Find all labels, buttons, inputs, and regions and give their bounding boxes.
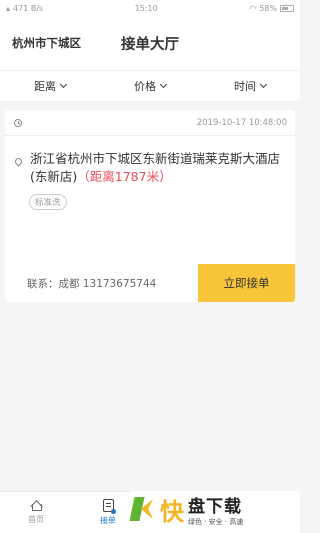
clock-time: 15:10 <box>134 3 158 13</box>
status-right: ◠ 58% <box>249 4 294 13</box>
status-left: ▴ 471 B/s <box>6 4 43 13</box>
order-list-icon <box>102 499 116 514</box>
nav-bar: 杭州市下城区 接单大厅 <box>0 16 300 70</box>
watermark-text: 盘下载 绿色 · 安全 · 高速 <box>188 492 243 527</box>
tab-label: 接单 <box>100 516 116 525</box>
status-bar: ▴ 471 B/s 15:10 ◠ 58% <box>0 0 300 16</box>
network-speed: 471 B/s <box>13 3 44 13</box>
filter-label: 距离 <box>34 80 56 93</box>
filter-bar: 距离 价格 时间 <box>0 70 300 102</box>
watermark-char: 快 <box>160 497 184 526</box>
city-selector[interactable]: 杭州市下城区 <box>12 35 81 51</box>
battery-icon <box>279 4 294 12</box>
watermark-logo: 快 盘下载 绿色 · 安全 · 高速 <box>130 491 300 527</box>
service-tag: 标准洗 <box>29 194 67 210</box>
order-address-row: 浙江省杭州市下城区东新街道瑞莱克斯大酒店(东新店)（距离1787米） <box>5 136 295 186</box>
clock-icon <box>14 118 22 127</box>
filter-price[interactable]: 价格 <box>100 78 200 94</box>
distance-text: （距离1787米） <box>77 169 172 184</box>
location-pin-icon <box>13 156 24 167</box>
home-icon <box>30 500 42 511</box>
signal-icon: ▴ <box>6 3 11 13</box>
order-datetime: 2019-10-17 10:48:00 <box>196 117 287 128</box>
filter-distance[interactable]: 距离 <box>0 78 100 94</box>
chevron-down-icon <box>259 80 268 89</box>
k-logo-icon <box>130 495 156 523</box>
filter-time[interactable]: 时间 <box>200 78 300 94</box>
battery-percent: 58% <box>259 3 277 13</box>
accept-order-button[interactable]: 立即接单 <box>198 264 295 302</box>
order-card[interactable]: 2019-10-17 10:48:00 浙江省杭州市下城区东新街道瑞莱克斯大酒店… <box>5 110 295 302</box>
filter-label: 价格 <box>134 80 156 93</box>
contact-info: 联系：成都 13173675744 <box>27 277 157 290</box>
order-address: 浙江省杭州市下城区东新街道瑞莱克斯大酒店(东新店)（距离1787米） <box>30 150 287 186</box>
wifi-icon: ◠ <box>249 3 257 13</box>
chevron-down-icon <box>159 80 168 89</box>
tab-label: 首页 <box>28 515 44 524</box>
order-card-header: 2019-10-17 10:48:00 <box>5 110 295 136</box>
order-card-footer: 联系：成都 13173675744 立即接单 <box>5 264 295 302</box>
chevron-down-icon <box>59 80 68 89</box>
watermark-main: 盘下载 <box>188 496 242 517</box>
filter-label: 时间 <box>234 80 256 93</box>
watermark-sub: 绿色 · 安全 · 高速 <box>188 517 244 526</box>
tab-home[interactable]: 首页 <box>0 492 72 533</box>
